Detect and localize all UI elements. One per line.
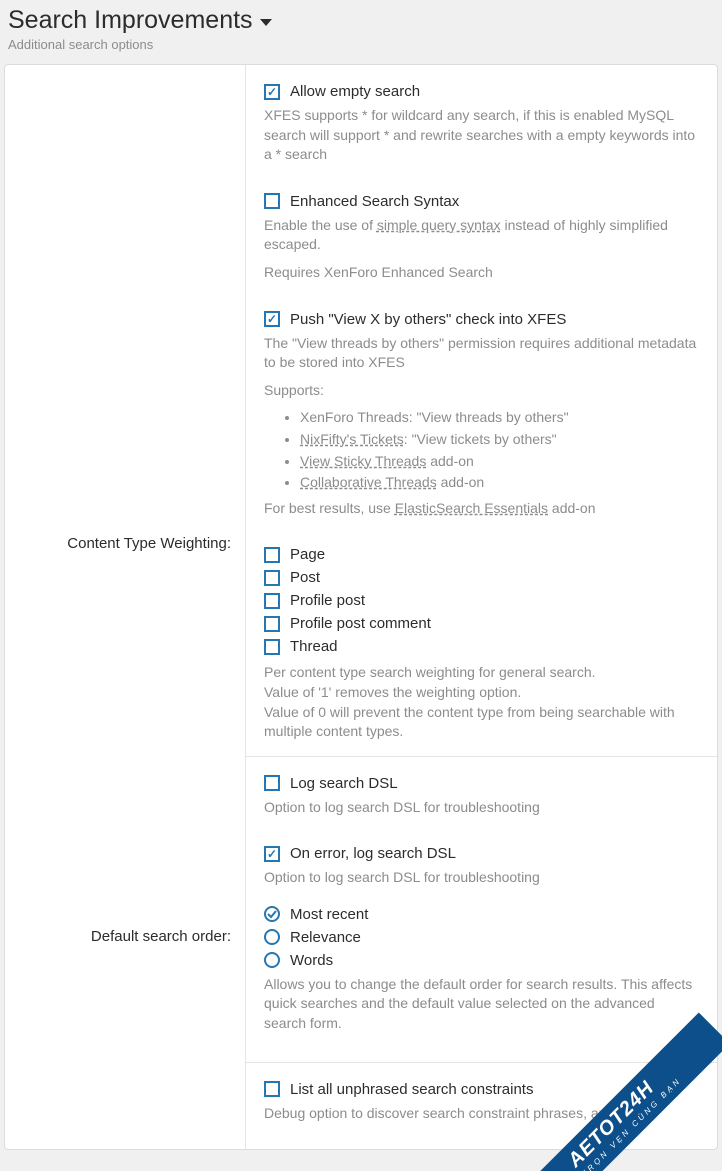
option-list-unphrased: List all unphrased search constraints De… xyxy=(264,1081,699,1124)
nixfifty-tickets-link[interactable]: NixFifty's Tickets xyxy=(300,431,404,447)
ctw-profile-post-label: Profile post xyxy=(290,592,365,609)
list-unphrased-desc: Debug option to discover search constrai… xyxy=(264,1104,699,1124)
push-view-supports-list: XenForo Threads: "View threads by others… xyxy=(264,408,699,492)
page-subtitle: Additional search options xyxy=(0,35,722,64)
option-push-view: Push "View X by others" check into XFES … xyxy=(264,311,699,519)
ctw-post-checkbox[interactable] xyxy=(264,570,280,586)
ctw-profile-post-comment-label: Profile post comment xyxy=(290,615,431,632)
dso-most-recent-label: Most recent xyxy=(290,906,368,923)
dso-words-label: Words xyxy=(290,952,333,969)
supports-item-3: View Sticky Threads add-on xyxy=(300,452,699,472)
on-error-log-dsl-desc: Option to log search DSL for troubleshoo… xyxy=(264,868,699,888)
list-unphrased-checkbox[interactable] xyxy=(264,1081,280,1097)
settings-panel: Content Type Weighting: Default search o… xyxy=(4,64,718,1150)
supports-item-2: NixFifty's Tickets: "View tickets by oth… xyxy=(300,430,699,450)
enhanced-syntax-label: Enhanced Search Syntax xyxy=(290,193,459,210)
enhanced-syntax-checkbox[interactable] xyxy=(264,193,280,209)
on-error-log-dsl-label: On error, log search DSL xyxy=(290,845,456,862)
push-view-desc1: The "View threads by others" permission … xyxy=(264,334,699,373)
log-dsl-checkbox[interactable] xyxy=(264,775,280,791)
push-view-checkbox[interactable] xyxy=(264,311,280,327)
dso-relevance-label: Relevance xyxy=(290,929,361,946)
on-error-log-dsl-checkbox[interactable] xyxy=(264,846,280,862)
content-type-weighting-label: Content Type Weighting: xyxy=(5,535,231,552)
right-column: Allow empty search XFES supports * for w… xyxy=(245,65,717,1149)
ctw-post-label: Post xyxy=(290,569,320,586)
allow-empty-search-desc: XFES supports * for wildcard any search,… xyxy=(264,106,699,165)
enhanced-syntax-desc: Enable the use of simple query syntax in… xyxy=(264,216,699,255)
option-log-dsl: Log search DSL Option to log search DSL … xyxy=(264,775,699,818)
ctw-page-checkbox[interactable] xyxy=(264,547,280,563)
divider xyxy=(246,756,717,757)
page-title-text: Search Improvements xyxy=(8,6,253,35)
allow-empty-search-label: Allow empty search xyxy=(290,83,420,100)
ctw-desc2: Value of '1' removes the weighting optio… xyxy=(264,684,521,700)
enhanced-syntax-desc2: Requires XenForo Enhanced Search xyxy=(264,263,699,283)
simple-query-syntax-link[interactable]: simple query syntax xyxy=(377,217,501,233)
collaborative-threads-link[interactable]: Collaborative Threads xyxy=(300,474,437,490)
ctw-desc3: Value of 0 will prevent the content type… xyxy=(264,704,675,740)
dso-desc: Allows you to change the default order f… xyxy=(264,975,699,1034)
ctw-thread-label: Thread xyxy=(290,638,338,655)
content-type-weighting-block: Page Post Profile post Profile post comm… xyxy=(264,546,699,741)
push-view-label: Push "View X by others" check into XFES xyxy=(290,311,566,328)
ctw-desc1: Per content type search weighting for ge… xyxy=(264,664,596,680)
ctw-page-label: Page xyxy=(290,546,325,563)
option-on-error-log-dsl: On error, log search DSL Option to log s… xyxy=(264,845,699,888)
dso-relevance-radio[interactable] xyxy=(264,929,280,945)
allow-empty-search-checkbox[interactable] xyxy=(264,84,280,100)
ctw-profile-post-checkbox[interactable] xyxy=(264,593,280,609)
view-sticky-threads-link[interactable]: View Sticky Threads xyxy=(300,453,426,469)
caret-down-icon xyxy=(259,6,273,35)
divider xyxy=(246,1062,717,1063)
log-dsl-desc: Option to log search DSL for troubleshoo… xyxy=(264,798,699,818)
option-enhanced-syntax: Enhanced Search Syntax Enable the use of… xyxy=(264,193,699,283)
list-unphrased-label: List all unphrased search constraints xyxy=(290,1081,533,1098)
elasticsearch-essentials-link[interactable]: ElasticSearch Essentials xyxy=(395,500,548,516)
default-search-order-block: Most recent Relevance Words Allows you t… xyxy=(264,906,699,1034)
push-view-supports-label: Supports: xyxy=(264,381,699,401)
default-search-order-label: Default search order: xyxy=(5,928,231,945)
dso-most-recent-radio[interactable] xyxy=(264,906,280,922)
page-title[interactable]: Search Improvements xyxy=(0,0,722,35)
left-column: Content Type Weighting: Default search o… xyxy=(5,65,245,1149)
supports-item-4: Collaborative Threads add-on xyxy=(300,473,699,493)
option-allow-empty-search: Allow empty search XFES supports * for w… xyxy=(264,83,699,165)
ctw-thread-checkbox[interactable] xyxy=(264,639,280,655)
log-dsl-label: Log search DSL xyxy=(290,775,398,792)
ctw-profile-post-comment-checkbox[interactable] xyxy=(264,616,280,632)
dso-words-radio[interactable] xyxy=(264,952,280,968)
supports-item-1: XenForo Threads: "View threads by others… xyxy=(300,408,699,428)
push-view-best-results: For best results, use ElasticSearch Esse… xyxy=(264,499,699,519)
